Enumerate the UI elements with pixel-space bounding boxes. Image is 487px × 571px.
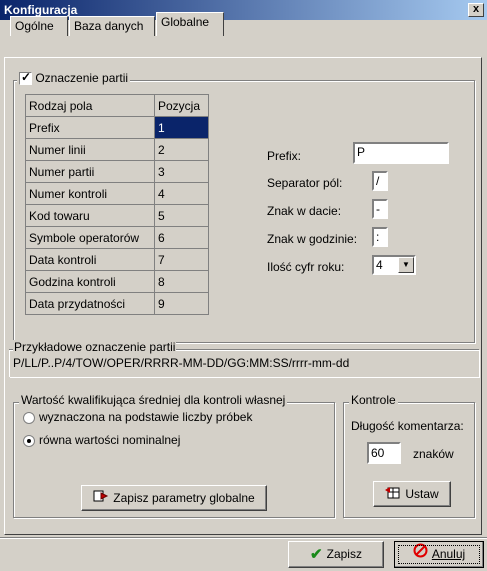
column-header: Pozycja [153, 94, 210, 117]
save-button-label: Zapisz [326, 547, 362, 561]
comment-length-input[interactable]: 60 [367, 442, 401, 464]
field-position[interactable]: 1 [153, 116, 210, 139]
radio-dot-icon [27, 438, 31, 443]
field-name: Numer partii [25, 160, 155, 183]
field-name: Data przydatności [25, 292, 155, 315]
chevron-down-icon[interactable]: ▼ [398, 257, 414, 273]
cancel-icon [413, 542, 428, 567]
close-icon: x [472, 3, 480, 15]
prefix-label: Prefix: [267, 149, 302, 163]
field-name: Kod towaru [25, 204, 155, 227]
tab-label: Globalne [161, 15, 210, 29]
table-row[interactable]: Numer kontroli 4 [25, 182, 210, 205]
table-row[interactable]: Data kontroli 7 [25, 248, 210, 271]
year-digits-value: 4 [376, 258, 383, 272]
field-name: Numer linii [25, 138, 155, 161]
tab-baza-danych[interactable]: Baza danych [69, 16, 155, 36]
cancel-button[interactable]: Anuluj [394, 541, 484, 568]
tab-ogolne[interactable]: Ogólne [10, 16, 68, 36]
globalne-panel: ✓ Oznaczenie partii Rodzaj pola Pozycja … [4, 57, 482, 535]
separator-input[interactable]: / [372, 171, 388, 191]
field-name: Symbole operatorów [25, 226, 155, 249]
radio-option-samples[interactable]: wyznaczona na podstawie liczby próbek [23, 410, 252, 424]
field-position[interactable]: 2 [153, 138, 210, 161]
radio-label: wyznaczona na podstawie liczby próbek [39, 410, 253, 424]
table-row[interactable]: Numer partii 3 [25, 160, 210, 183]
table-row[interactable]: Kod towaru 5 [25, 204, 210, 227]
window-title: Konfiguracja [4, 3, 78, 17]
year-digits-select[interactable]: 4 ▼ [372, 255, 416, 275]
save-arrow-icon [93, 487, 109, 511]
checkmark-icon: ✓ [21, 70, 32, 85]
column-header: Rodzaj pola [25, 94, 155, 117]
close-button[interactable]: x [468, 3, 484, 17]
field-position[interactable]: 5 [153, 204, 210, 227]
save-button[interactable]: ✔ Zapisz [288, 541, 384, 568]
fields-table: Rodzaj pola Pozycja Prefix 1 Numer linii 2… [25, 94, 210, 315]
set-button-label: Ustaw [405, 487, 439, 501]
date-char-label: Znak w dacie: [267, 204, 342, 218]
field-position[interactable]: 8 [153, 270, 210, 293]
batch-marking-checkbox[interactable]: ✓ [19, 70, 32, 86]
qualifier-legend: Wartość kwalifikująca średniej dla kontr… [19, 393, 288, 407]
field-position[interactable]: 3 [153, 160, 210, 183]
save-global-parameters-button[interactable]: Zapisz parametry globalne [81, 485, 267, 511]
field-position[interactable]: 9 [153, 292, 210, 315]
set-table-icon [385, 483, 401, 507]
comment-length-label: Długość komentarza: [351, 419, 464, 433]
table-row[interactable]: Godzina kontroli 8 [25, 270, 210, 293]
example-legend: Przykładowe oznaczenie partii [13, 340, 177, 354]
time-char-input[interactable]: : [372, 227, 388, 247]
prefix-input[interactable]: P [353, 142, 449, 164]
date-char-input[interactable]: - [372, 199, 388, 219]
radio-option-nominal[interactable]: równa wartości nominalnej [23, 433, 180, 447]
configuration-dialog: Konfiguracja x Ogólne Baza danych Global… [0, 0, 487, 571]
set-button[interactable]: Ustaw [373, 481, 451, 507]
field-name: Godzina kontroli [25, 270, 155, 293]
field-name: Prefix [25, 116, 155, 139]
controls-legend: Kontrole [349, 393, 398, 407]
table-row[interactable]: Prefix 1 [25, 116, 210, 139]
tab-globalne[interactable]: Globalne [156, 12, 224, 36]
field-position[interactable]: 6 [153, 226, 210, 249]
unit-label: znaków [413, 447, 454, 461]
table-row[interactable]: Symbole operatorów 6 [25, 226, 210, 249]
field-position[interactable]: 4 [153, 182, 210, 205]
field-position[interactable]: 7 [153, 248, 210, 271]
radio-label: równa wartości nominalnej [39, 433, 181, 447]
year-digits-label: Ilość cyfr roku: [267, 260, 345, 274]
separator-label: Separator pól: [267, 176, 343, 190]
table-row[interactable]: Data przydatności 9 [25, 292, 210, 315]
time-char-label: Znak w godzinie: [267, 232, 358, 246]
cancel-button-label: Anuluj [431, 547, 466, 561]
batch-marking-legend: ✓ Oznaczenie partii [17, 70, 131, 86]
example-text: P/LL/P..P/4/TOW/OPER/RRRR-MM-DD/GG:MM:SS… [13, 356, 350, 370]
radio-button[interactable] [23, 411, 35, 424]
checkmark-icon: ✔ [310, 546, 323, 564]
field-name: Numer kontroli [25, 182, 155, 205]
footer-separator [0, 537, 487, 539]
table-row[interactable]: Numer linii 2 [25, 138, 210, 161]
batch-marking-label: Oznaczenie partii [35, 71, 129, 85]
save-global-parameters-label: Zapisz parametry globalne [113, 491, 255, 505]
radio-button[interactable] [23, 434, 35, 447]
tab-label: Baza danych [74, 19, 144, 33]
table-header-row: Rodzaj pola Pozycja [25, 94, 210, 117]
tab-label: Ogólne [15, 19, 54, 33]
field-name: Data kontroli [25, 248, 155, 271]
